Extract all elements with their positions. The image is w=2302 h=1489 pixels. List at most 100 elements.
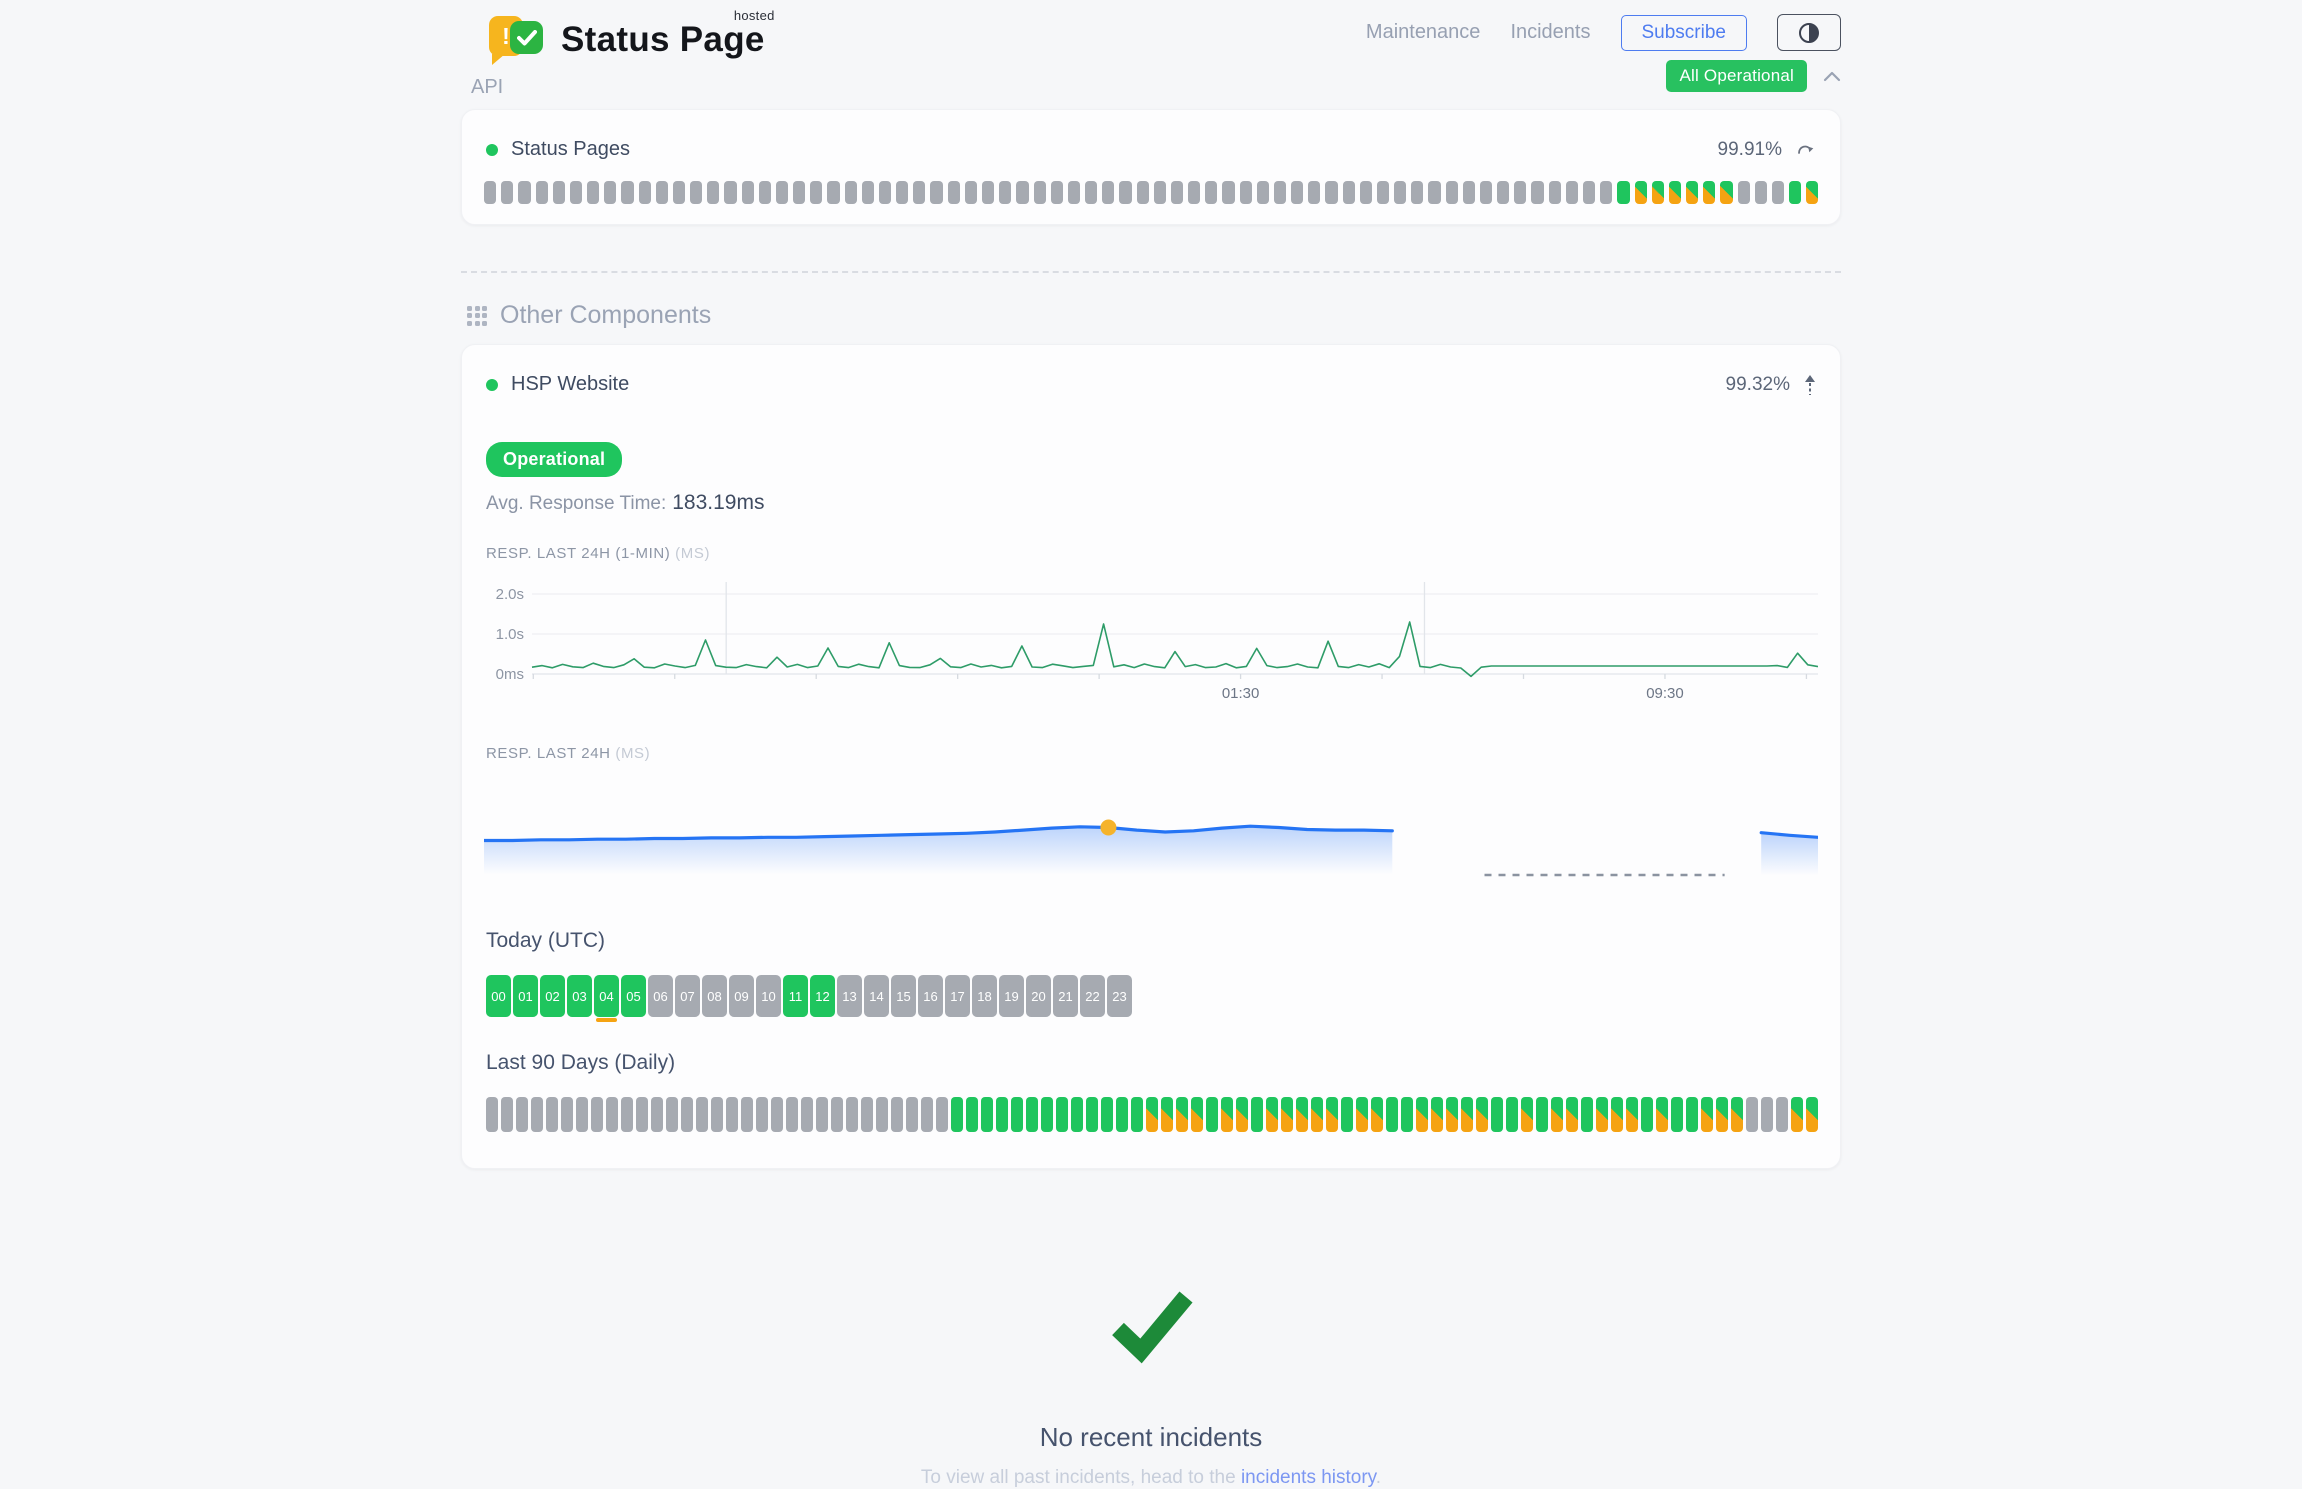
uptime-bar[interactable] [1360, 181, 1372, 204]
daily-uptime-bar[interactable] [666, 1097, 678, 1132]
uptime-bar[interactable] [639, 181, 651, 204]
uptime-bar[interactable] [913, 181, 925, 204]
nav-maintenance[interactable]: Maintenance [1366, 21, 1481, 44]
daily-uptime-bar[interactable] [1491, 1097, 1503, 1132]
daily-uptime-bar[interactable] [1476, 1097, 1488, 1132]
daily-uptime-bar[interactable] [831, 1097, 843, 1132]
daily-uptime-bar[interactable] [1326, 1097, 1338, 1132]
daily-uptime-bar[interactable] [1341, 1097, 1353, 1132]
daily-uptime-bar[interactable] [1446, 1097, 1458, 1132]
hour-block-21[interactable]: 21 [1053, 975, 1078, 1017]
daily-uptime-bar[interactable] [1746, 1097, 1758, 1132]
hour-block-02[interactable]: 02 [540, 975, 565, 1017]
hour-block-09[interactable]: 09 [729, 975, 754, 1017]
daily-uptime-bar[interactable] [516, 1097, 528, 1132]
uptime-bar[interactable] [1394, 181, 1406, 204]
daily-uptime-bar[interactable] [876, 1097, 888, 1132]
uptime-bar[interactable] [1102, 181, 1114, 204]
daily-uptime-bar[interactable] [1176, 1097, 1188, 1132]
daily-uptime-bar[interactable] [1566, 1097, 1578, 1132]
uptime-bar[interactable] [1463, 181, 1475, 204]
daily-uptime-bar[interactable] [1251, 1097, 1263, 1132]
daily-uptime-bar[interactable] [1731, 1097, 1743, 1132]
uptime-bar[interactable] [724, 181, 736, 204]
daily-uptime-bar[interactable] [1791, 1097, 1803, 1132]
daily-uptime-bar[interactable] [1056, 1097, 1068, 1132]
hour-block-07[interactable]: 07 [675, 975, 700, 1017]
daily-uptime-bar[interactable] [621, 1097, 633, 1132]
hour-block-16[interactable]: 16 [918, 975, 943, 1017]
uptime-bar[interactable] [1652, 181, 1664, 204]
uptime-bar[interactable] [793, 181, 805, 204]
uptime-bar[interactable] [999, 181, 1011, 204]
uptime-bar[interactable] [1806, 181, 1818, 204]
uptime-bar[interactable] [656, 181, 668, 204]
uptime-bar[interactable] [484, 181, 496, 204]
uptime-bar[interactable] [1703, 181, 1715, 204]
uptime-bar[interactable] [570, 181, 582, 204]
uptime-bar[interactable] [1635, 181, 1647, 204]
daily-uptime-bar[interactable] [651, 1097, 663, 1132]
uptime-bar[interactable] [1531, 181, 1543, 204]
refresh-icon[interactable] [1796, 142, 1816, 158]
uptime-bar[interactable] [1755, 181, 1767, 204]
daily-uptime-bar[interactable] [1146, 1097, 1158, 1132]
daily-uptime-bar[interactable] [996, 1097, 1008, 1132]
hour-block-00[interactable]: 00 [486, 975, 511, 1017]
uptime-bar[interactable] [690, 181, 702, 204]
hour-block-22[interactable]: 22 [1080, 975, 1105, 1017]
daily-uptime-bar[interactable] [951, 1097, 963, 1132]
uptime-bar[interactable] [1738, 181, 1750, 204]
uptime-bar[interactable] [1154, 181, 1166, 204]
uptime-bar[interactable] [1583, 181, 1595, 204]
hour-block-18[interactable]: 18 [972, 975, 997, 1017]
daily-uptime-bar[interactable] [891, 1097, 903, 1132]
uptime-bar[interactable] [1137, 181, 1149, 204]
daily-uptime-bar[interactable] [1116, 1097, 1128, 1132]
uptime-bar[interactable] [1308, 181, 1320, 204]
uptime-bar[interactable] [879, 181, 891, 204]
uptime-bar[interactable] [518, 181, 530, 204]
daily-uptime-bar[interactable] [606, 1097, 618, 1132]
hour-block-23[interactable]: 23 [1107, 975, 1132, 1017]
daily-uptime-bar[interactable] [1641, 1097, 1653, 1132]
uptime-bar[interactable] [1274, 181, 1286, 204]
daily-uptime-bar[interactable] [1161, 1097, 1173, 1132]
uptime-bar[interactable] [845, 181, 857, 204]
uptime-bar[interactable] [1325, 181, 1337, 204]
uptime-bar[interactable] [621, 181, 633, 204]
daily-uptime-bar[interactable] [501, 1097, 513, 1132]
daily-uptime-bar[interactable] [486, 1097, 498, 1132]
hour-block-12[interactable]: 12 [810, 975, 835, 1017]
daily-uptime-bar[interactable] [906, 1097, 918, 1132]
daily-uptime-bar[interactable] [1281, 1097, 1293, 1132]
hour-block-05[interactable]: 05 [621, 975, 646, 1017]
daily-uptime-bar[interactable] [1551, 1097, 1563, 1132]
daily-uptime-bar[interactable] [1716, 1097, 1728, 1132]
daily-uptime-bar[interactable] [1131, 1097, 1143, 1132]
daily-uptime-bar[interactable] [936, 1097, 948, 1132]
daily-uptime-bar[interactable] [771, 1097, 783, 1132]
daily-uptime-bar[interactable] [1671, 1097, 1683, 1132]
uptime-bar[interactable] [1600, 181, 1612, 204]
daily-uptime-bar[interactable] [1266, 1097, 1278, 1132]
uptime-bar[interactable] [1343, 181, 1355, 204]
daily-uptime-bar[interactable] [546, 1097, 558, 1132]
uptime-bar[interactable] [759, 181, 771, 204]
daily-uptime-bar[interactable] [591, 1097, 603, 1132]
daily-uptime-bar[interactable] [1236, 1097, 1248, 1132]
daily-uptime-bar[interactable] [816, 1097, 828, 1132]
hour-block-13[interactable]: 13 [837, 975, 862, 1017]
daily-uptime-bar[interactable] [1386, 1097, 1398, 1132]
uptime-bar[interactable] [1514, 181, 1526, 204]
daily-uptime-bar[interactable] [1506, 1097, 1518, 1132]
daily-uptime-bar[interactable] [1686, 1097, 1698, 1132]
daily-uptime-bar[interactable] [1536, 1097, 1548, 1132]
daily-uptime-bar[interactable] [1311, 1097, 1323, 1132]
hour-block-03[interactable]: 03 [567, 975, 592, 1017]
response-time-area-chart[interactable] [484, 778, 1818, 895]
daily-uptime-bar[interactable] [1611, 1097, 1623, 1132]
daily-uptime-bar[interactable] [846, 1097, 858, 1132]
daily-uptime-bar[interactable] [1101, 1097, 1113, 1132]
daily-uptime-bar[interactable] [636, 1097, 648, 1132]
